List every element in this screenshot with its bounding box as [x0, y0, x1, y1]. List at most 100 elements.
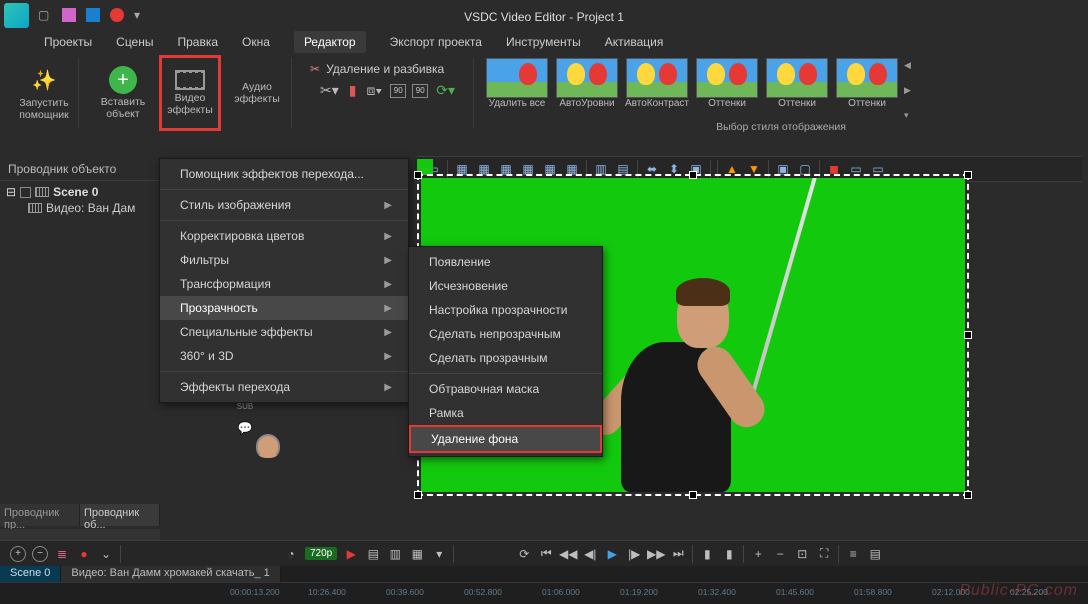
list-icon[interactable]: ≡: [845, 546, 861, 562]
run-wizard-button[interactable]: ✨ Запустить помощник: [18, 60, 70, 126]
gallery-more-icon[interactable]: ▾: [904, 110, 911, 121]
handle-ne[interactable]: [964, 171, 972, 179]
add-track-button[interactable]: +: [10, 546, 26, 562]
strip-icon[interactable]: ▤: [365, 546, 381, 562]
timeline-tab-1[interactable]: Видео: Ван Дамм хромакей скачать_ 1: [61, 566, 280, 582]
handle-nw[interactable]: [414, 171, 422, 179]
rotate-ccw-icon[interactable]: 90: [390, 84, 406, 98]
menu-правка[interactable]: Правка: [178, 35, 219, 49]
tracks-icon[interactable]: ≣: [54, 546, 70, 562]
mark-in-icon[interactable]: ▮: [699, 546, 715, 562]
next-end-icon[interactable]: ⏭: [670, 546, 686, 562]
resolution-badge[interactable]: 720p: [305, 547, 337, 560]
strip2-icon[interactable]: ▥: [387, 546, 403, 562]
clock-icon[interactable]: ◔: [283, 546, 299, 562]
submenu-item[interactable]: Рамка: [409, 401, 602, 425]
cut-icon[interactable]: ✂▾: [318, 80, 341, 101]
menu-item[interactable]: 360° и 3D▶: [160, 344, 408, 368]
style-thumb-1[interactable]: АвтоУровни: [554, 58, 620, 109]
loop-icon[interactable]: ⟳: [516, 546, 532, 562]
menu-редактор[interactable]: Редактор: [294, 31, 366, 53]
menu-проекты[interactable]: Проекты: [44, 35, 92, 49]
submenu-item[interactable]: Исчезновение: [409, 274, 602, 298]
rotate-cw-icon[interactable]: 90: [412, 84, 428, 98]
app-logo: [4, 3, 29, 28]
tree-scene[interactable]: ⊟Scene 0: [6, 185, 154, 199]
rewind-icon[interactable]: ◀◀: [560, 546, 576, 562]
full-icon[interactable]: ⛶: [816, 546, 832, 562]
tree-video[interactable]: Видео: Ван Дам: [28, 201, 154, 215]
quick-icon-1[interactable]: [62, 8, 76, 22]
dropdown-icon[interactable]: ▾: [134, 8, 148, 22]
menu-item[interactable]: Прозрачность▶: [160, 296, 408, 320]
submenu-item[interactable]: Сделать непрозрачным: [409, 322, 602, 346]
play-rec-icon[interactable]: ▶: [343, 546, 359, 562]
submenu-item[interactable]: Удаление фона: [409, 425, 602, 453]
zoom-out-icon[interactable]: −: [772, 546, 788, 562]
menu-item[interactable]: Специальные эффекты▶: [160, 320, 408, 344]
style-thumb-3[interactable]: Оттенки: [694, 58, 760, 109]
wand-icon: ✨: [29, 65, 59, 95]
mark-out-icon[interactable]: ▮: [721, 546, 737, 562]
gallery-prev-icon[interactable]: ◀: [904, 60, 911, 71]
dd-icon[interactable]: ▾: [431, 546, 447, 562]
delete-split-label: Удаление и разбивка: [326, 62, 444, 76]
ffwd-icon[interactable]: ▶▶: [648, 546, 664, 562]
subtitle-icon[interactable]: SUB: [237, 402, 253, 411]
prev-start-icon[interactable]: ⏮: [538, 546, 554, 562]
fit-icon[interactable]: ⊡: [794, 546, 810, 562]
project-explorer-title: Проводник объекто: [0, 158, 160, 181]
video-effects-menu: Помощник эффектов перехода... Стиль изобр…: [159, 158, 409, 403]
menu-окна[interactable]: Окна: [242, 35, 270, 49]
style-thumb-2[interactable]: АвтоКонтраст: [624, 58, 690, 109]
refresh-icon[interactable]: ⟳▾: [434, 80, 457, 101]
submenu-item[interactable]: Обтравочная маска: [409, 377, 602, 401]
props-icon[interactable]: ▤: [867, 546, 883, 562]
tick: 01:19.200: [620, 587, 658, 597]
insert-object-button[interactable]: + Вставить объект: [97, 60, 149, 126]
handle-s[interactable]: [689, 491, 697, 499]
doc-icon[interactable]: ▢: [38, 8, 52, 22]
menu-item[interactable]: Стиль изображения▶: [160, 193, 408, 217]
style-thumb-5[interactable]: Оттенки: [834, 58, 900, 109]
timeline-tab-0[interactable]: Scene 0: [0, 566, 61, 582]
menu-экспорт проекта[interactable]: Экспорт проекта: [390, 35, 482, 49]
video-effects-highlight: Видео эффекты: [159, 55, 221, 131]
submenu-item[interactable]: Появление: [409, 250, 602, 274]
tool-a-icon[interactable]: ⌄: [98, 546, 114, 562]
remove-track-button[interactable]: −: [32, 546, 48, 562]
crop-icon[interactable]: ▮: [347, 80, 359, 101]
step-fwd-icon[interactable]: |▶: [626, 546, 642, 562]
handle-se[interactable]: [964, 491, 972, 499]
submenu-item[interactable]: Сделать прозрачным: [409, 346, 602, 370]
menu-активация[interactable]: Активация: [605, 35, 664, 49]
record-icon[interactable]: [110, 8, 124, 22]
menu-item[interactable]: Корректировка цветов▶: [160, 224, 408, 248]
style-thumb-0[interactable]: Удалить все: [484, 58, 550, 109]
menu-item[interactable]: Помощник эффектов перехода...: [160, 162, 408, 186]
menu-инструменты[interactable]: Инструменты: [506, 35, 581, 49]
menu-item[interactable]: Фильтры▶: [160, 248, 408, 272]
menu-item[interactable]: Эффекты перехода▶: [160, 375, 408, 399]
handle-sw[interactable]: [414, 491, 422, 499]
video-effects-button[interactable]: Видео эффекты: [164, 60, 216, 126]
comment-icon[interactable]: 💬: [238, 421, 253, 435]
handle-e[interactable]: [964, 331, 972, 339]
style-thumb-4[interactable]: Оттенки: [764, 58, 830, 109]
step-back-icon[interactable]: ◀|: [582, 546, 598, 562]
submenu-item[interactable]: Настройка прозрачности: [409, 298, 602, 322]
crop-tool-icon[interactable]: ⧈▾: [364, 80, 384, 101]
transparency-submenu: ПоявлениеИсчезновениеНастройка прозрачно…: [408, 246, 603, 457]
grid-icon[interactable]: ▦: [409, 546, 425, 562]
quick-icon-2[interactable]: [86, 8, 100, 22]
menu-сцены[interactable]: Сцены: [116, 35, 153, 49]
audio-effects-button[interactable]: Аудио эффекты: [231, 60, 283, 126]
zoom-in-icon[interactable]: +: [750, 546, 766, 562]
left-tab-1[interactable]: Проводник об...: [80, 504, 160, 526]
handle-n[interactable]: [689, 171, 697, 179]
gallery-next-icon[interactable]: ▶: [904, 85, 911, 96]
play-icon[interactable]: ▶: [604, 546, 620, 562]
left-tab-0[interactable]: Проводник пр...: [0, 504, 80, 526]
menu-item[interactable]: Трансформация▶: [160, 272, 408, 296]
rec-dot-icon[interactable]: ●: [76, 546, 92, 562]
